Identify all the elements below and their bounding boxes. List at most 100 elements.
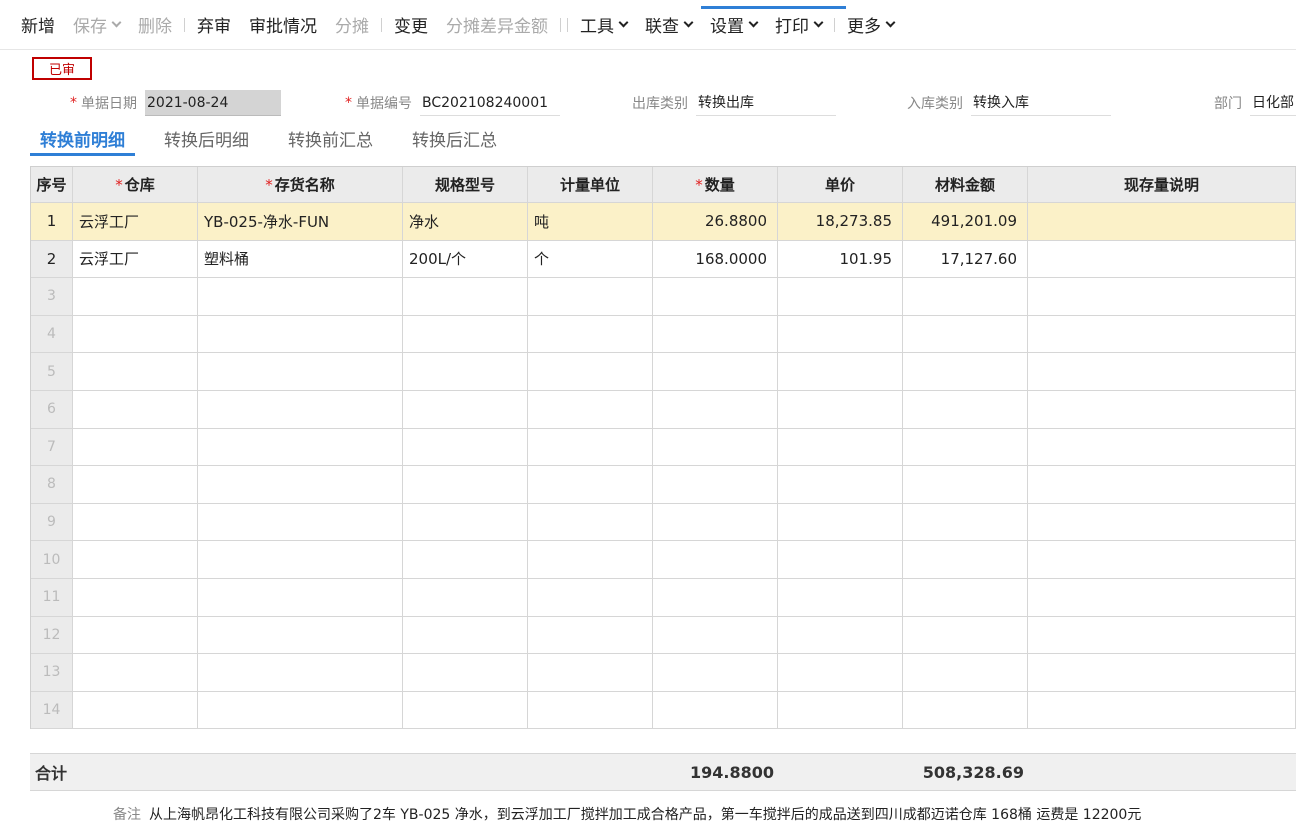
table-cell-stock_note[interactable] bbox=[1028, 203, 1296, 241]
table-cell-warehouse[interactable] bbox=[73, 616, 198, 655]
column-header[interactable]: * 存货名称 bbox=[198, 167, 403, 203]
table-cell-amount[interactable] bbox=[903, 466, 1028, 504]
toolbar-button-9[interactable]: 联查 bbox=[636, 12, 701, 37]
table-cell-stock_note[interactable] bbox=[1028, 353, 1296, 391]
table-cell-qty[interactable] bbox=[653, 315, 778, 354]
table-cell-stock_note[interactable] bbox=[1028, 390, 1296, 429]
table-cell-spec[interactable] bbox=[403, 315, 528, 354]
table-cell-price[interactable] bbox=[778, 503, 903, 542]
table-cell-amount[interactable] bbox=[903, 654, 1028, 692]
column-header[interactable]: 现存量说明 bbox=[1028, 167, 1296, 203]
table-cell-stock_note[interactable] bbox=[1028, 428, 1296, 467]
table-row-empty[interactable]: 10 bbox=[31, 541, 1296, 579]
table-cell-price[interactable] bbox=[778, 428, 903, 467]
table-cell-unit[interactable] bbox=[528, 578, 653, 617]
table-cell-spec[interactable] bbox=[403, 428, 528, 467]
table-cell-unit[interactable] bbox=[528, 315, 653, 354]
table-cell-price[interactable] bbox=[778, 541, 903, 579]
table-cell-item[interactable] bbox=[198, 466, 403, 504]
tab-0[interactable]: 转换前明细 bbox=[30, 122, 135, 156]
table-cell-spec[interactable] bbox=[403, 691, 528, 730]
table-cell-unit[interactable] bbox=[528, 691, 653, 730]
table-cell-item[interactable] bbox=[198, 654, 403, 692]
column-header[interactable]: * 仓库 bbox=[73, 167, 198, 203]
table-cell-qty[interactable]: 26.8800 bbox=[653, 203, 778, 241]
table-cell-price[interactable] bbox=[778, 466, 903, 504]
table-cell-amount[interactable]: 491,201.09 bbox=[903, 203, 1028, 241]
table-cell-unit[interactable] bbox=[528, 278, 653, 316]
column-header[interactable]: 单价 bbox=[778, 167, 903, 203]
table-cell-amount[interactable]: 17,127.60 bbox=[903, 240, 1028, 279]
table-cell-qty[interactable] bbox=[653, 390, 778, 429]
table-cell-amount[interactable] bbox=[903, 616, 1028, 655]
table-cell-amount[interactable] bbox=[903, 390, 1028, 429]
table-row-empty[interactable]: 11 bbox=[31, 578, 1296, 617]
table-cell-item[interactable] bbox=[198, 503, 403, 542]
table-row-empty[interactable]: 14 bbox=[31, 691, 1296, 730]
table-cell-unit[interactable] bbox=[528, 428, 653, 467]
toolbar-button-11[interactable]: 打印 bbox=[766, 12, 831, 37]
table-cell-item[interactable]: YB-025-净水-FUN bbox=[198, 203, 403, 241]
table-cell-warehouse[interactable] bbox=[73, 315, 198, 354]
table-cell-stock_note[interactable] bbox=[1028, 616, 1296, 655]
table-cell-warehouse[interactable] bbox=[73, 503, 198, 542]
table-cell-amount[interactable] bbox=[903, 278, 1028, 316]
table-cell-item[interactable] bbox=[198, 278, 403, 316]
table-row-empty[interactable]: 12 bbox=[31, 616, 1296, 655]
table-cell-qty[interactable]: 168.0000 bbox=[653, 240, 778, 279]
table-cell-unit[interactable]: 吨 bbox=[528, 203, 653, 241]
table-cell-amount[interactable] bbox=[903, 353, 1028, 391]
table-row-empty[interactable]: 4 bbox=[31, 315, 1296, 354]
table-cell-warehouse[interactable]: 云浮工厂 bbox=[73, 240, 198, 279]
table-cell-unit[interactable] bbox=[528, 654, 653, 692]
column-header[interactable]: 序号 bbox=[31, 167, 73, 203]
table-cell-warehouse[interactable] bbox=[73, 578, 198, 617]
input-document-number[interactable]: BC202108240001 bbox=[420, 90, 560, 116]
table-cell-price[interactable] bbox=[778, 278, 903, 316]
table-cell-spec[interactable] bbox=[403, 390, 528, 429]
table-cell-spec[interactable] bbox=[403, 466, 528, 504]
table-cell-warehouse[interactable] bbox=[73, 541, 198, 579]
table-cell-stock_note[interactable] bbox=[1028, 315, 1296, 354]
table-cell-unit[interactable] bbox=[528, 541, 653, 579]
table-cell-amount[interactable] bbox=[903, 315, 1028, 354]
toolbar-button-7[interactable]: 分摊差异金额 bbox=[437, 12, 557, 37]
table-cell-item[interactable] bbox=[198, 390, 403, 429]
table-row-empty[interactable]: 8 bbox=[31, 466, 1296, 504]
table-cell-stock_note[interactable] bbox=[1028, 654, 1296, 692]
table-row-empty[interactable]: 6 bbox=[31, 390, 1296, 429]
column-header[interactable]: 材料金额 bbox=[903, 167, 1028, 203]
input-document-date[interactable]: 2021-08-24 bbox=[145, 90, 281, 116]
table-cell-item[interactable] bbox=[198, 691, 403, 730]
table-cell-price[interactable] bbox=[778, 353, 903, 391]
table-cell-spec[interactable] bbox=[403, 654, 528, 692]
table-cell-spec[interactable] bbox=[403, 353, 528, 391]
table-cell-item[interactable] bbox=[198, 616, 403, 655]
table-cell-price[interactable] bbox=[778, 390, 903, 429]
input-in-type[interactable]: 转换入库 bbox=[971, 90, 1111, 116]
table-cell-warehouse[interactable] bbox=[73, 466, 198, 504]
table-cell-amount[interactable] bbox=[903, 428, 1028, 467]
table-cell-stock_note[interactable] bbox=[1028, 691, 1296, 730]
table-cell-stock_note[interactable] bbox=[1028, 278, 1296, 316]
table-cell-stock_note[interactable] bbox=[1028, 578, 1296, 617]
table-cell-warehouse[interactable]: 云浮工厂 bbox=[73, 203, 198, 241]
table-cell-stock_note[interactable] bbox=[1028, 466, 1296, 504]
toolbar-button-6[interactable]: 变更 bbox=[385, 12, 437, 37]
table-row-empty[interactable]: 9 bbox=[31, 503, 1296, 542]
table-cell-price[interactable] bbox=[778, 616, 903, 655]
table-cell-unit[interactable] bbox=[528, 503, 653, 542]
table-cell-unit[interactable] bbox=[528, 353, 653, 391]
input-department[interactable]: 日化部 bbox=[1250, 90, 1296, 116]
table-cell-qty[interactable] bbox=[653, 616, 778, 655]
table-cell-warehouse[interactable] bbox=[73, 390, 198, 429]
table-cell-item[interactable] bbox=[198, 353, 403, 391]
table-cell-amount[interactable] bbox=[903, 503, 1028, 542]
column-header[interactable]: 计量单位 bbox=[528, 167, 653, 203]
table-cell-unit[interactable] bbox=[528, 390, 653, 429]
table-cell-warehouse[interactable] bbox=[73, 353, 198, 391]
table-cell-qty[interactable] bbox=[653, 278, 778, 316]
table-cell-qty[interactable] bbox=[653, 541, 778, 579]
toolbar-button-10[interactable]: 设置 bbox=[701, 12, 766, 37]
table-cell-price[interactable]: 18,273.85 bbox=[778, 203, 903, 241]
